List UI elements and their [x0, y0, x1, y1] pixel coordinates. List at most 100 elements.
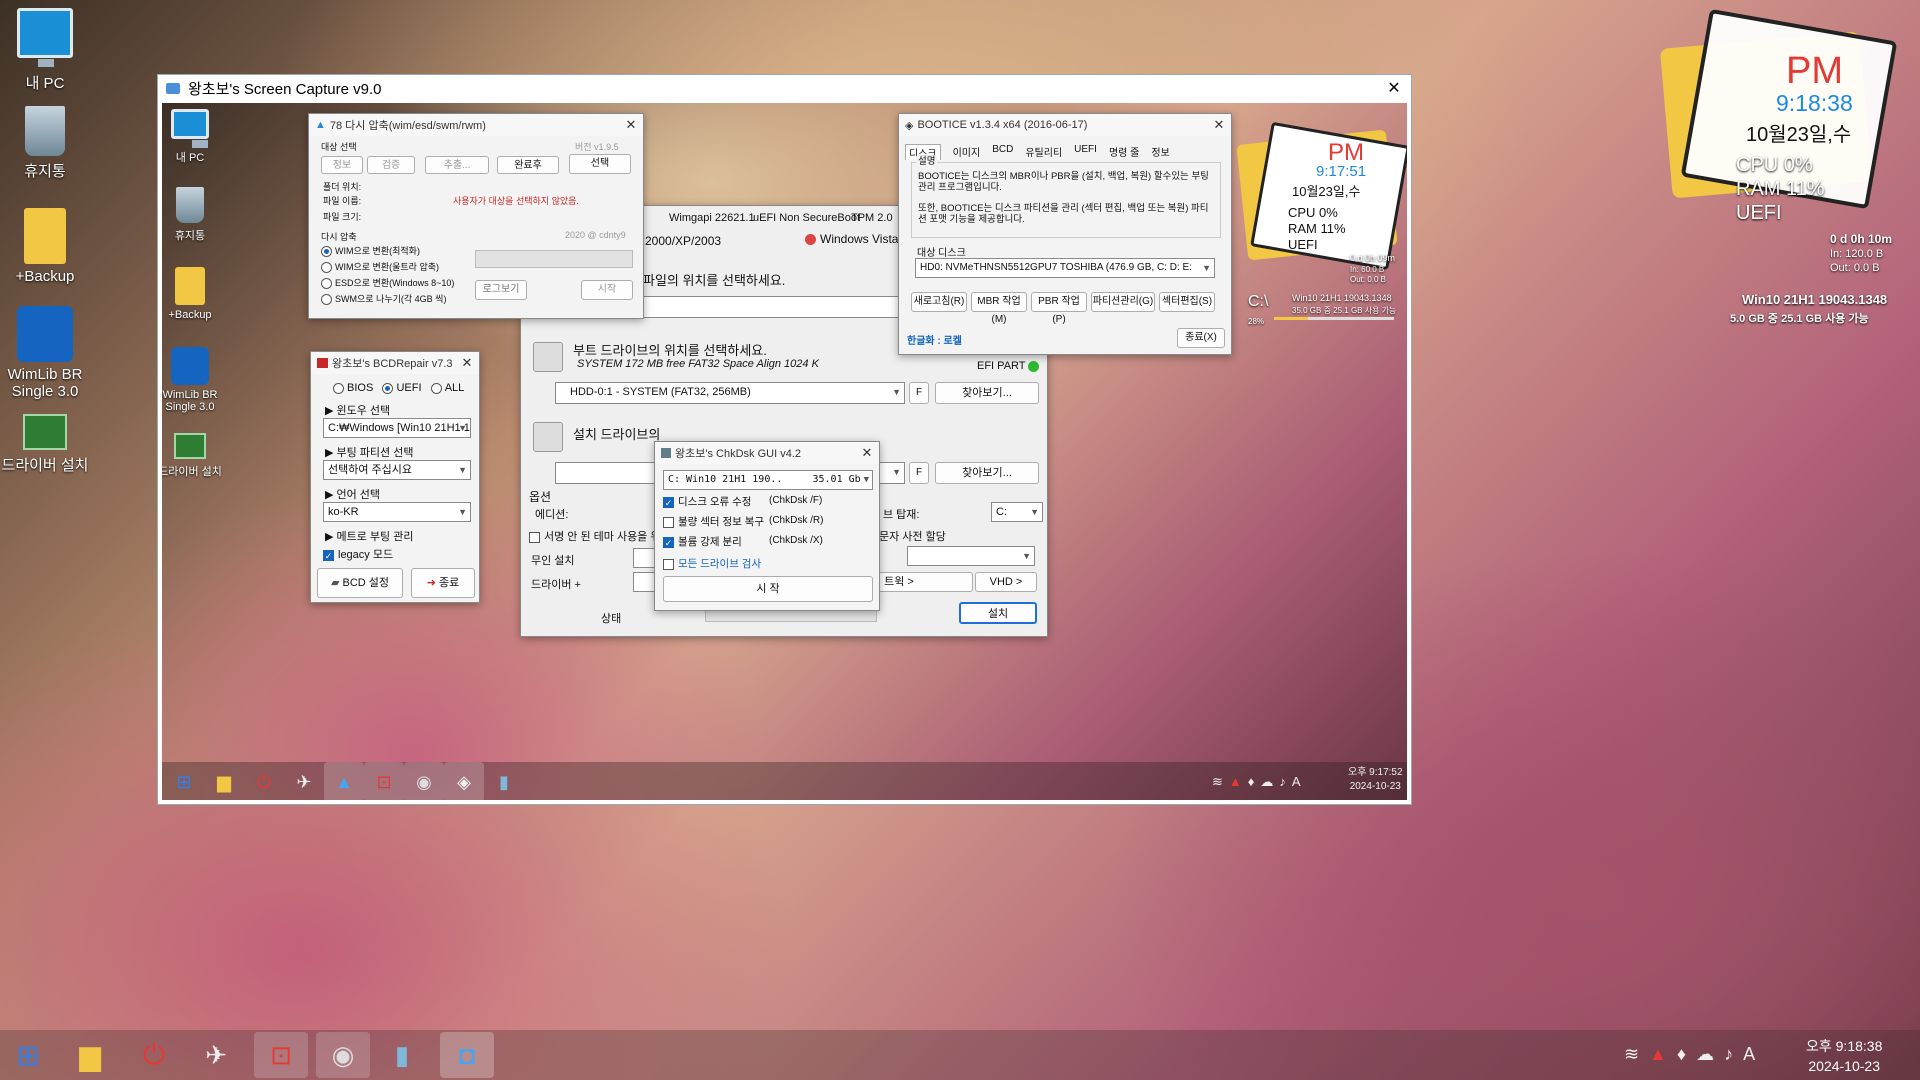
legacy-mode-option[interactable]: ✓ legacy 모드	[323, 546, 393, 562]
close-icon[interactable]: ✕	[619, 117, 643, 133]
screen-capture-app-icon[interactable]: ◘	[440, 1032, 494, 1078]
close-button[interactable]: ✕	[1377, 78, 1411, 98]
desktop-icon-recycle-bin[interactable]: 휴지통	[162, 187, 230, 243]
desktop-icon-wimlib[interactable]: WimLib BR Single 3.0	[162, 347, 230, 413]
bcdrepair-app-icon[interactable]: ⊡	[254, 1032, 308, 1078]
checkbox[interactable]	[529, 531, 540, 543]
folder-icon[interactable]: ▆	[204, 762, 244, 800]
tab-image[interactable]: 이미지	[953, 144, 981, 160]
pbr-button[interactable]: PBR 작업(P)	[1031, 292, 1087, 325]
extract-button[interactable]: 추출...	[425, 156, 489, 174]
drive-select[interactable]: C: Win10 21H1 190.. 35.01 Gb ▼	[663, 470, 873, 490]
close-icon[interactable]: ✕	[1207, 117, 1231, 133]
target-disk-select[interactable]: HD0: NVMeTHNSN5512GPU7 TOSHIBA (476.9 GB…	[915, 258, 1215, 278]
install-button[interactable]: 설치	[959, 602, 1037, 624]
rocket-icon[interactable]: ✈	[284, 762, 324, 800]
info-button[interactable]: 정보	[321, 156, 363, 174]
sector-edit-button[interactable]: 섹터편집(S)	[1159, 292, 1215, 312]
rocket-icon[interactable]: ✈	[196, 1035, 236, 1075]
radio-bios[interactable]: BIOS	[333, 382, 373, 394]
radio[interactable]	[321, 294, 332, 306]
radio[interactable]	[430, 382, 442, 394]
radio[interactable]	[321, 246, 332, 258]
desktop-icon-driver[interactable]: 드라이버 설치	[0, 414, 90, 475]
drop-icon[interactable]: ♦	[1677, 1044, 1696, 1064]
bcd-settings-button[interactable]: ▰ BCD 설정	[317, 568, 403, 598]
install-format-button[interactable]: F	[909, 462, 929, 484]
desktop-icon-backup[interactable]: +Backup	[162, 267, 230, 321]
checkbox[interactable]: ✓	[663, 496, 674, 508]
option-wim-ultra[interactable]: WIM으로 변환(울트라 압축)	[321, 260, 439, 274]
taskbar-clock[interactable]: 오후 9:18:38 2024-10-23	[1806, 1036, 1882, 1076]
radio[interactable]	[321, 278, 332, 290]
radio[interactable]	[333, 382, 344, 394]
language-select[interactable]: ko-KR ▼	[323, 502, 471, 522]
close-icon[interactable]: ✕	[455, 355, 479, 371]
checkbox[interactable]	[663, 558, 674, 570]
volume-icon[interactable]: ♪	[1724, 1044, 1743, 1064]
bcdrepair-app-icon[interactable]: ⊡	[364, 762, 404, 800]
cloud-icon[interactable]: ☁	[1260, 774, 1279, 789]
option-esd[interactable]: ESD으로 변환(Windows 8~10)	[321, 276, 454, 290]
desktop-icon-driver[interactable]: 드라이버 설치	[162, 433, 230, 479]
mount-letter-select[interactable]: C: ▼	[991, 502, 1043, 522]
drop-icon[interactable]: ♦	[1248, 774, 1261, 789]
wimlib-app-icon[interactable]: ▮	[382, 1035, 422, 1075]
desktop-icon-backup[interactable]: +Backup	[0, 208, 90, 285]
refresh-button[interactable]: 새로고침(R)	[911, 292, 967, 312]
tab-uefi[interactable]: UEFI	[1074, 144, 1097, 160]
close-icon[interactable]: ✕	[855, 445, 879, 461]
ime-indicator[interactable]: A	[1292, 774, 1307, 789]
all-drives-option[interactable]: 모든 드라이브 검사	[663, 556, 761, 571]
install-browse-button[interactable]: 찾아보기...	[935, 462, 1039, 484]
windows-select[interactable]: C:₩Windows [Win10 21H1 1 ▼	[323, 418, 471, 438]
boot-drive-select[interactable]: HDD-0:1 - SYSTEM (FAT32, 256MB) ▼	[555, 382, 905, 404]
desktop-icon-wimlib[interactable]: WimLib BR Single 3.0	[0, 306, 90, 400]
start-button[interactable]: ⊞	[8, 1035, 48, 1075]
mbr-button[interactable]: MBR 작업(M)	[971, 292, 1027, 325]
boot-format-button[interactable]: F	[909, 382, 929, 404]
os-option-vista[interactable]: Windows Vista/7	[805, 232, 908, 246]
log-button[interactable]: 로그보기	[475, 280, 527, 300]
tab-command[interactable]: 명령 줄	[1109, 144, 1139, 160]
wimlib-app-icon[interactable]: ▮	[484, 762, 524, 800]
volume-icon[interactable]: ♪	[1279, 774, 1292, 789]
tab-bcd[interactable]: BCD	[992, 144, 1013, 160]
vhd-button[interactable]: VHD >	[975, 572, 1037, 592]
inner-clock[interactable]: 오후 9:17:52 2024-10-23	[1348, 766, 1403, 794]
power-icon[interactable]: ⏻	[134, 1035, 174, 1075]
start-button[interactable]: 시작	[581, 280, 633, 300]
option-swm[interactable]: SWM으로 나누기(각 4GB 씩)	[321, 292, 446, 306]
option-wim-optimize[interactable]: WIM으로 변환(최적화)	[321, 244, 420, 258]
verify-button[interactable]: 검증	[367, 156, 415, 174]
partition-button[interactable]: 파티션관리(G)	[1091, 292, 1155, 312]
cloud-icon[interactable]: ☁	[1696, 1044, 1724, 1064]
ime-indicator[interactable]: A	[1743, 1044, 1765, 1064]
chkdsk-app-icon[interactable]: ◉	[404, 762, 444, 800]
dismount-option[interactable]: ✓ 볼륨 강제 분리	[663, 534, 742, 549]
unsigned-theme-option[interactable]: 서명 안 된 테마 사용을 위	[529, 528, 660, 544]
wifi-icon[interactable]: ≋	[1624, 1044, 1649, 1064]
os-option-xp[interactable]: 2000/XP/2003	[645, 234, 721, 248]
select-button[interactable]: 선택	[569, 154, 631, 174]
radio-all[interactable]: ALL	[430, 382, 464, 394]
recompress-app-icon[interactable]: ▲	[324, 762, 364, 800]
fix-errors-option[interactable]: ✓ 디스크 오류 수정	[663, 494, 751, 509]
metro-boot-label[interactable]: ▶ 메트로 부팅 관리	[325, 528, 413, 544]
boot-browse-button[interactable]: 찾아보기...	[935, 382, 1039, 404]
letter-preassign-select[interactable]: ▼	[907, 546, 1035, 566]
tab-utility[interactable]: 유틸리티	[1025, 144, 1062, 160]
boot-partition-select[interactable]: 선택하여 주십시요 ▼	[323, 460, 471, 480]
radio[interactable]	[321, 262, 332, 274]
folder-icon[interactable]: ▆	[70, 1035, 110, 1075]
checkbox[interactable]: ✓	[663, 536, 674, 548]
wifi-icon[interactable]: ≋	[1212, 774, 1229, 789]
desktop-icon-my-pc[interactable]: 내 PC	[0, 8, 90, 93]
after-complete-button[interactable]: 완료후	[497, 156, 559, 174]
bootice-app-icon[interactable]: ◈	[444, 762, 484, 800]
checkbox[interactable]	[663, 516, 674, 528]
chkdsk-app-icon[interactable]: ◉	[316, 1032, 370, 1078]
exit-button[interactable]: ➜ 종료	[411, 568, 475, 598]
start-button[interactable]: ⊞	[164, 762, 204, 800]
desktop-icon-recycle-bin[interactable]: 휴지통	[0, 106, 90, 181]
